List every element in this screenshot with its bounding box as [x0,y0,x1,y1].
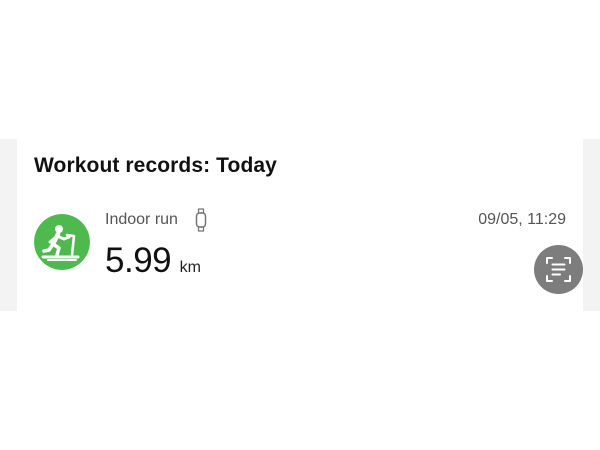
section-title: Workout records: Today [34,154,277,177]
scan-text-button[interactable] [534,245,583,294]
activity-name: Indoor run [105,211,178,228]
scan-text-icon [534,245,583,294]
distance-unit: km [179,259,201,276]
distance-value: 5.99 [105,241,172,280]
distance-readout: 5.99 km [105,241,201,281]
treadmill-runner-icon [34,214,90,270]
workout-records-card: Workout records: Today Indoor run 09/05,… [17,139,583,311]
workout-record-row[interactable]: Indoor run 09/05, 11:29 5.99 km [17,199,583,289]
watch-icon [195,208,207,232]
workout-timestamp: 09/05, 11:29 [478,211,566,228]
